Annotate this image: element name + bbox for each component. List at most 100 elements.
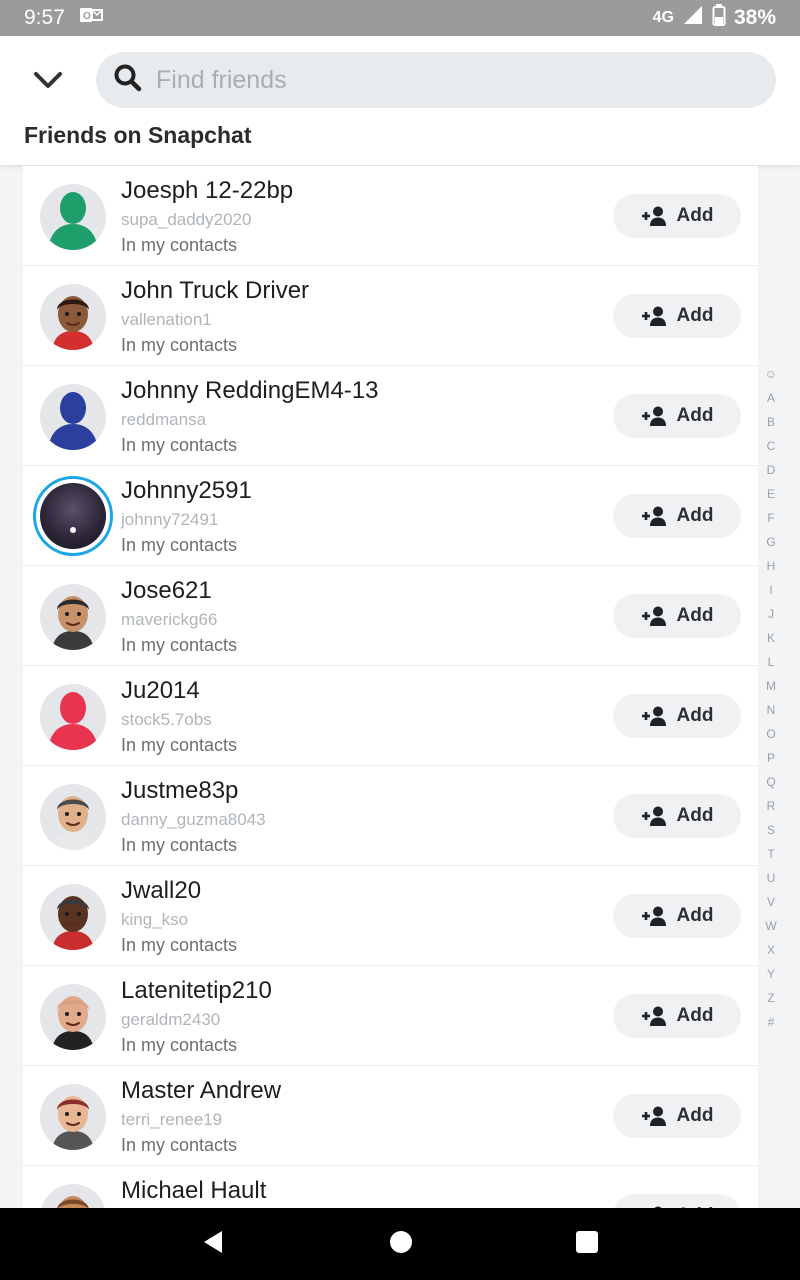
friend-subtext: In my contacts [121, 935, 238, 955]
add-user-icon [641, 406, 666, 426]
avatar[interactable] [40, 984, 106, 1050]
friend-row[interactable]: Jwall20 king_kso In my contacts Add [23, 866, 758, 966]
friend-username: johnny72491 [121, 510, 219, 529]
alphabet-index-letter[interactable]: R [767, 794, 776, 818]
alphabet-index-letter[interactable]: ☺ [765, 362, 777, 386]
friend-display-name: Jose621 [121, 577, 212, 604]
add-user-icon [641, 506, 666, 526]
friend-row[interactable]: Jose621 maverickg66 In my contacts Add [23, 566, 758, 666]
recents-square-icon[interactable] [574, 1229, 600, 1260]
story-thumbnail [40, 483, 106, 549]
battery-icon [712, 4, 726, 32]
friend-row[interactable]: Master Andrew terri_renee19 In my contacts… [23, 1066, 758, 1166]
alphabet-index-letter[interactable]: O [766, 722, 775, 746]
collapse-button[interactable] [28, 64, 68, 100]
friend-row[interactable]: John Truck Driver vallenation1 In my conta… [23, 266, 758, 366]
back-triangle-icon[interactable] [200, 1228, 228, 1261]
avatar[interactable] [40, 184, 106, 250]
add-friend-button[interactable]: Add [613, 594, 741, 638]
story-play-dot [70, 527, 76, 533]
friend-subtext: In my contacts [121, 735, 238, 755]
add-friend-button[interactable]: Add [613, 994, 741, 1038]
alphabet-index-letter[interactable]: V [767, 890, 775, 914]
network-label: 4G [652, 9, 674, 26]
add-friend-button[interactable]: Add [613, 1194, 741, 1208]
avatar[interactable] [40, 584, 106, 650]
avatar[interactable] [40, 784, 106, 850]
alphabet-index-letter[interactable]: G [766, 530, 775, 554]
add-friend-button[interactable]: Add [613, 794, 741, 838]
add-user-icon [641, 206, 666, 226]
add-friend-button[interactable]: Add [613, 694, 741, 738]
friend-username: danny_guzma8043 [121, 810, 266, 829]
add-friend-button[interactable]: Add [613, 394, 741, 438]
alphabet-index-letter[interactable]: C [767, 434, 776, 458]
bitmoji-avatar-icon [52, 896, 94, 950]
alphabet-index-letter[interactable]: M [766, 674, 776, 698]
add-friend-button[interactable]: Add [613, 1094, 741, 1138]
alphabet-index-letter[interactable]: I [769, 578, 772, 602]
friend-username: supa_daddy2020 [121, 210, 252, 229]
friend-row[interactable]: Johnny2591 johnny72491 In my contacts Add [23, 466, 758, 566]
alphabet-index-letter[interactable]: H [767, 554, 776, 578]
alphabet-index-letter[interactable]: # [768, 1010, 775, 1034]
add-button-label: Add [676, 1105, 714, 1126]
alphabet-index-letter[interactable]: E [767, 482, 775, 506]
alphabet-index[interactable]: ☺ A B C D E F G H I J K L M N O P Q R S T U V W X Y Z # [759, 362, 783, 1034]
alphabet-index-letter[interactable]: W [765, 914, 776, 938]
friend-display-name: Jwall20 [121, 877, 202, 904]
avatar[interactable] [40, 284, 106, 350]
alphabet-index-letter[interactable]: T [767, 842, 774, 866]
svg-text:O: O [83, 11, 91, 22]
add-friend-button[interactable]: Add [613, 294, 741, 338]
add-friend-button[interactable]: Add [613, 494, 741, 538]
alphabet-index-letter[interactable]: D [767, 458, 776, 482]
friend-display-name: Latenitetip210 [121, 977, 272, 1004]
alphabet-index-letter[interactable]: Y [767, 962, 775, 986]
add-friend-button[interactable]: Add [613, 894, 741, 938]
avatar[interactable] [40, 384, 106, 450]
add-friend-button[interactable]: Add [613, 194, 741, 238]
alphabet-index-letter[interactable]: A [767, 386, 775, 410]
friend-row[interactable]: Latenitetip210 geraldm2430 In my contacts A… [23, 966, 758, 1066]
avatar[interactable] [40, 1084, 106, 1150]
avatar[interactable] [40, 684, 106, 750]
alphabet-index-letter[interactable]: S [767, 818, 775, 842]
bitmoji-avatar-icon [52, 996, 94, 1050]
friend-subtext: In my contacts [121, 335, 238, 355]
friend-row[interactable]: Michael Hault Add [23, 1166, 758, 1208]
alphabet-index-letter[interactable]: K [767, 626, 775, 650]
avatar[interactable] [40, 1184, 106, 1208]
friend-display-name: Johnny2591 [121, 477, 252, 504]
alphabet-index-letter[interactable]: J [768, 602, 774, 626]
alphabet-index-letter[interactable]: F [767, 506, 774, 530]
friend-row[interactable]: Justme83p danny_guzma8043 In my contacts Ad… [23, 766, 758, 866]
friend-username: vallenation1 [121, 310, 212, 329]
outlook-notification-icon: O [79, 6, 103, 30]
alphabet-index-letter[interactable]: Z [767, 986, 774, 1010]
silhouette-avatar-icon [48, 392, 98, 450]
search-box[interactable] [96, 52, 776, 108]
friend-row[interactable]: Ju2014 stock5.7obs In my contacts Add [23, 666, 758, 766]
alphabet-index-letter[interactable]: Q [766, 770, 775, 794]
alphabet-index-letter[interactable]: N [767, 698, 776, 722]
friend-display-name: Justme83p [121, 777, 239, 804]
search-input[interactable] [156, 65, 676, 95]
friend-row[interactable]: Joesph 12-22bp supa_daddy2020 In my contac… [23, 166, 758, 266]
friend-row[interactable]: Johnny ReddingEM4-13 reddmansa In my conta… [23, 366, 758, 466]
alphabet-index-letter[interactable]: X [767, 938, 775, 962]
story-avatar[interactable] [33, 476, 113, 556]
friend-subtext: In my contacts [121, 1035, 238, 1055]
home-circle-icon[interactable] [388, 1229, 414, 1260]
add-user-icon [641, 906, 666, 926]
friend-username: stock5.7obs [121, 710, 212, 729]
friend-username: king_kso [121, 910, 189, 929]
navigation-bar [0, 1208, 800, 1280]
friend-username: maverickg66 [121, 610, 218, 629]
friend-subtext: In my contacts [121, 1135, 238, 1155]
alphabet-index-letter[interactable]: P [767, 746, 775, 770]
alphabet-index-letter[interactable]: L [768, 650, 775, 674]
alphabet-index-letter[interactable]: U [767, 866, 776, 890]
alphabet-index-letter[interactable]: B [767, 410, 775, 434]
avatar[interactable] [40, 884, 106, 950]
